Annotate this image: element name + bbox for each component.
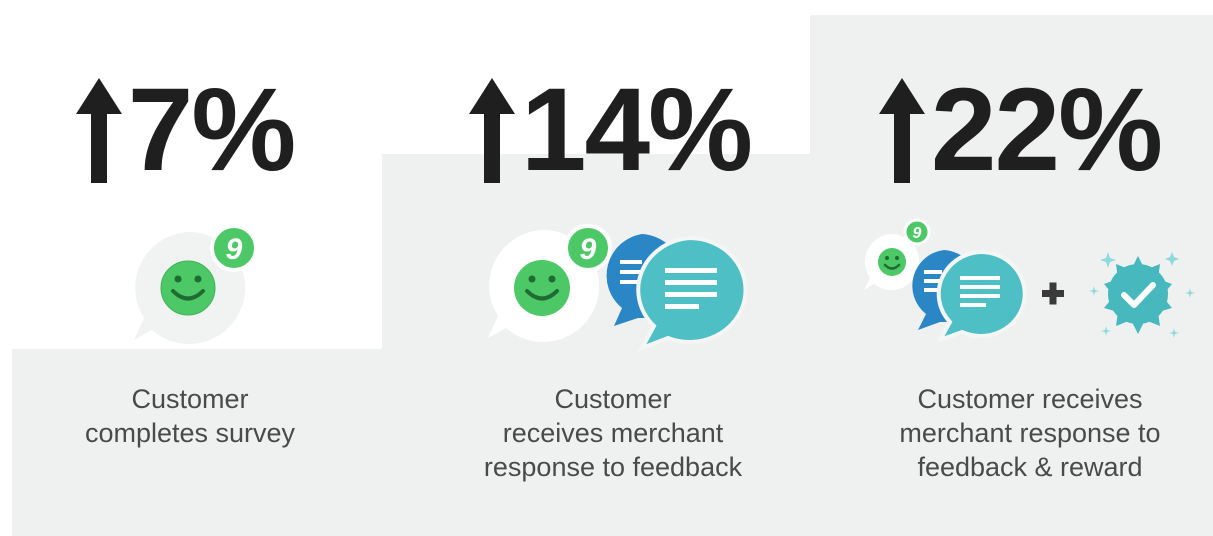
smiley-and-response-icon: 9 [488, 224, 748, 352]
smiley-chat-bubble-icon [514, 260, 570, 316]
caption-1: Customer completes survey [60, 382, 320, 450]
stat-value: 22% [930, 64, 1163, 196]
caption-3: Customer receives merchant response to f… [860, 382, 1200, 484]
caption-line: Customer [131, 384, 249, 414]
stat-1: 7% [40, 70, 330, 190]
response-chat-bubble-icon [636, 235, 748, 352]
badge-count: 9 [580, 233, 597, 266]
stage-3: 22% [855, 70, 1185, 190]
stat-3: 22% [855, 70, 1185, 190]
reward-badge-icon [1089, 252, 1195, 338]
response-and-reward-icon: 9 [864, 218, 1195, 342]
badge-count: 9 [913, 225, 922, 242]
up-arrow-icon [75, 77, 122, 183]
caption-line: Customer receives [917, 384, 1143, 414]
caption-line: feedback & reward [917, 452, 1143, 482]
response-chat-bubble-icon [936, 249, 1027, 342]
stat-2: 14% [430, 70, 790, 190]
caption-line: completes survey [84, 418, 296, 448]
caption-2: Customer receives merchant response to f… [448, 382, 778, 484]
stat-value: 7% [127, 64, 297, 196]
caption-line: merchant response to [899, 418, 1161, 448]
stage-1: 7% [40, 70, 330, 190]
smiley-chat-bubble-icon: 9 [134, 226, 258, 344]
notification-badge-icon: 9 [564, 224, 612, 272]
caption-line: receives merchant [502, 418, 724, 448]
notification-badge-icon: 9 [903, 218, 931, 246]
badge-count: 9 [226, 233, 243, 266]
up-arrow-icon [468, 77, 515, 183]
stage-2: 14% [430, 70, 790, 190]
up-arrow-icon [878, 77, 925, 183]
notification-badge-icon: 9 [210, 226, 258, 272]
caption-line: response to feedback [483, 452, 743, 482]
caption-line: Customer [554, 384, 672, 414]
plus-icon [1042, 282, 1064, 305]
stat-value: 14% [520, 64, 753, 196]
smiley-chat-bubble-icon [878, 248, 906, 276]
